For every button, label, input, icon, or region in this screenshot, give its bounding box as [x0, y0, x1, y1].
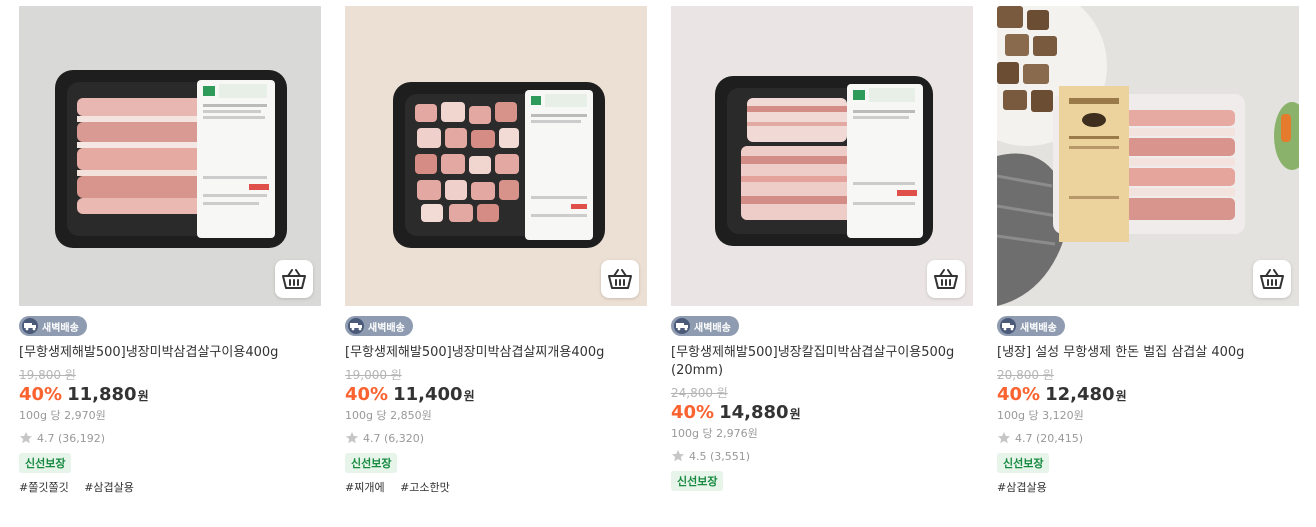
star-icon [346, 432, 358, 444]
price-row: 40% 12,480 원 [997, 384, 1299, 405]
unit-price: 100g 당 2,850원 [345, 409, 432, 422]
basket-icon [1260, 269, 1284, 289]
star-icon [672, 450, 684, 462]
truck-icon [22, 318, 38, 334]
product-card[interactable]: 새벽배송 [냉장] 설성 무항생제 한돈 벌집 삼겹살 400g 20,800 … [997, 6, 1299, 495]
badge-label: 새벽배송 [42, 322, 79, 334]
dawn-delivery-badge: 새벽배송 [997, 316, 1065, 336]
sale-price: 11,400 [393, 384, 463, 405]
truck-icon [1000, 318, 1016, 334]
hashtag[interactable]: #삼겹살용 [84, 481, 134, 494]
product-image[interactable] [19, 6, 321, 306]
dawn-delivery-badge: 새벽배송 [671, 316, 739, 336]
discount-rate: 40% [19, 384, 63, 405]
fresh-guarantee-tag: 신선보장 [345, 453, 398, 473]
hashtags: #쫄깃쫄깃 #삼겹살용 [19, 479, 321, 495]
rating: 4.7 (20,415) [997, 431, 1299, 445]
price-row: 40% 14,880 원 [671, 402, 973, 423]
unit-price: 100g 당 2,976원 [671, 427, 758, 440]
hashtag[interactable]: #고소한맛 [400, 481, 450, 494]
unit-price: 100g 당 2,970원 [19, 409, 106, 422]
original-price: 24,800 원 [671, 386, 728, 400]
add-to-cart-button[interactable] [1253, 260, 1291, 298]
discount-rate: 40% [345, 384, 389, 405]
hashtags: #찌개에 #고소한맛 [345, 479, 647, 495]
product-image[interactable] [345, 6, 647, 306]
truck-icon [348, 318, 364, 334]
dawn-delivery-badge: 새벽배송 [345, 316, 413, 336]
star-icon [998, 432, 1010, 444]
dawn-delivery-badge: 새벽배송 [19, 316, 87, 336]
fresh-guarantee-tag: 신선보장 [997, 453, 1050, 473]
rating-text: 4.7 (36,192) [37, 431, 106, 445]
currency: 원 [137, 389, 149, 403]
add-to-cart-button[interactable] [601, 260, 639, 298]
original-price: 20,800 원 [997, 368, 1054, 382]
basket-icon [608, 269, 632, 289]
price-row: 40% 11,880 원 [19, 384, 321, 405]
product-image[interactable] [997, 6, 1299, 306]
product-name[interactable]: [냉장] 설성 무항생제 한돈 벌집 삼겹살 400g [997, 344, 1299, 362]
sale-price: 12,480 [1045, 384, 1115, 405]
product-card[interactable]: 새벽배송 [무항생제해발500]냉장미박삼겹살찌개용400g 19,000 원 … [345, 6, 647, 495]
basket-icon [282, 269, 306, 289]
badge-label: 새벽배송 [1020, 322, 1057, 334]
add-to-cart-button[interactable] [927, 260, 965, 298]
fresh-guarantee-tag: 신선보장 [671, 471, 724, 491]
rating: 4.7 (36,192) [19, 431, 321, 445]
currency: 원 [463, 389, 475, 403]
star-icon [20, 432, 32, 444]
unit-price: 100g 당 3,120원 [997, 409, 1084, 422]
price-row: 40% 11,400 원 [345, 384, 647, 405]
discount-rate: 40% [671, 402, 715, 423]
rating-text: 4.7 (6,320) [363, 431, 425, 445]
product-name[interactable]: [무항생제해발500]냉장미박삼겹살찌개용400g [345, 344, 647, 362]
badge-label: 새벽배송 [368, 322, 405, 334]
original-price: 19,800 원 [19, 368, 76, 382]
truck-icon [674, 318, 690, 334]
hashtag[interactable]: #삼겹살용 [997, 481, 1047, 494]
rating-text: 4.7 (20,415) [1015, 431, 1084, 445]
rating: 4.5 (3,551) [671, 449, 973, 463]
basket-icon [934, 269, 958, 289]
original-price: 19,000 원 [345, 368, 402, 382]
product-card[interactable]: 새벽배송 [무항생제해발500]냉장미박삼겹살구이용400g 19,800 원 … [19, 6, 321, 495]
hashtag[interactable]: #찌개에 [345, 481, 385, 494]
product-card[interactable]: 새벽배송 [무항생제해발500]냉장칼집미박삼겹살구이용500g (20mm) … [671, 6, 973, 491]
hashtag[interactable]: #쫄깃쫄깃 [19, 481, 69, 494]
currency: 원 [1115, 389, 1127, 403]
rating: 4.7 (6,320) [345, 431, 647, 445]
sale-price: 11,880 [67, 384, 137, 405]
rating-text: 4.5 (3,551) [689, 449, 751, 463]
discount-rate: 40% [997, 384, 1041, 405]
hashtags: #삼겹살용 [997, 479, 1299, 495]
currency: 원 [789, 407, 801, 421]
product-name[interactable]: [무항생제해발500]냉장미박삼겹살구이용400g [19, 344, 321, 362]
sale-price: 14,880 [719, 402, 789, 423]
product-name[interactable]: [무항생제해발500]냉장칼집미박삼겹살구이용500g (20mm) [671, 344, 973, 380]
product-grid: 새벽배송 [무항생제해발500]냉장미박삼겹살구이용400g 19,800 원 … [0, 0, 1316, 527]
badge-label: 새벽배송 [694, 322, 731, 334]
add-to-cart-button[interactable] [275, 260, 313, 298]
product-image[interactable] [671, 6, 973, 306]
fresh-guarantee-tag: 신선보장 [19, 453, 72, 473]
